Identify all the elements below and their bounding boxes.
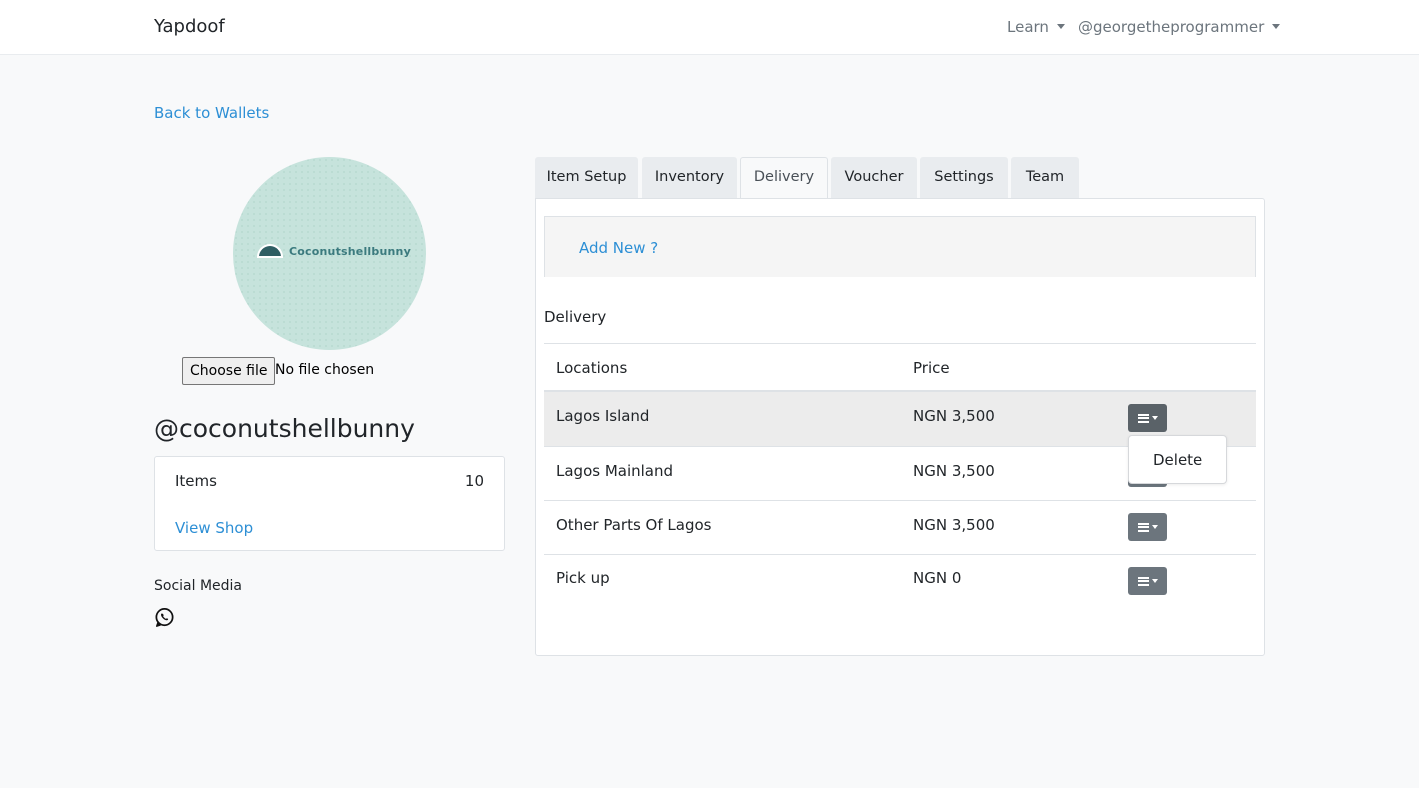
stats-card: Items 10 View Shop xyxy=(154,456,505,551)
table-row: Pick up NGN 0 xyxy=(544,554,1256,608)
section-title: Delivery xyxy=(544,308,607,326)
header-price: Price xyxy=(913,359,950,377)
menu-icon xyxy=(1137,576,1149,586)
items-label: Items xyxy=(175,472,217,490)
tab-settings[interactable]: Settings xyxy=(920,157,1008,198)
back-to-wallets-link[interactable]: Back to Wallets xyxy=(154,104,269,122)
row-actions-button[interactable] xyxy=(1128,567,1167,595)
caret-down-icon xyxy=(1272,24,1281,29)
row-price: NGN 3,500 xyxy=(913,516,995,534)
social-media-label: Social Media xyxy=(154,578,243,594)
tab-item-setup[interactable]: Item Setup xyxy=(535,157,638,198)
row-price: NGN 3,500 xyxy=(913,462,995,480)
caret-down-icon xyxy=(1151,579,1158,583)
whatsapp-icon[interactable] xyxy=(154,607,175,628)
menu-icon xyxy=(1137,413,1149,423)
tab-team[interactable]: Team xyxy=(1011,157,1079,198)
shop-logo: Coconutshellbunny xyxy=(257,244,411,258)
learn-dropdown[interactable]: Learn xyxy=(1007,18,1065,36)
items-count: 10 xyxy=(464,472,484,490)
shop-avatar: Coconutshellbunny xyxy=(233,157,426,350)
delivery-panel: Add New ? Delivery Locations Price Lagos… xyxy=(535,198,1265,656)
tab-delivery[interactable]: Delivery xyxy=(740,157,828,199)
add-new-link[interactable]: Add New ? xyxy=(579,239,658,257)
row-price: NGN 0 xyxy=(913,569,962,587)
user-label: @georgetheprogrammer xyxy=(1078,18,1265,36)
row-location: Lagos Mainland xyxy=(556,462,674,480)
row-location: Lagos Island xyxy=(556,407,650,425)
user-dropdown[interactable]: @georgetheprogrammer xyxy=(1078,18,1281,36)
menu-icon xyxy=(1137,522,1149,532)
logo-text: Coconutshellbunny xyxy=(289,244,411,258)
brand-logo[interactable]: Yapdoof xyxy=(154,16,225,37)
caret-down-icon xyxy=(1151,525,1158,529)
tab-voucher[interactable]: Voucher xyxy=(831,157,917,198)
view-shop-link[interactable]: View Shop xyxy=(175,519,253,537)
add-new-box: Add New ? xyxy=(544,216,1256,277)
row-actions-button[interactable] xyxy=(1128,404,1167,432)
row-location: Pick up xyxy=(556,569,610,587)
learn-label: Learn xyxy=(1007,18,1049,36)
shop-username: @coconutshellbunny xyxy=(154,414,415,443)
logo-mark-icon xyxy=(257,244,283,258)
row-actions-menu: Delete xyxy=(1128,435,1227,484)
choose-file-button[interactable]: Choose file xyxy=(182,357,276,385)
file-status: No file chosen xyxy=(275,362,375,378)
tab-inventory[interactable]: Inventory xyxy=(642,157,737,198)
table-row: Other Parts Of Lagos NGN 3,500 xyxy=(544,500,1256,554)
delete-menu-item[interactable]: Delete xyxy=(1153,451,1202,469)
table-header: Locations Price xyxy=(544,343,1256,391)
top-navbar: Yapdoof Learn @georgetheprogrammer xyxy=(0,0,1419,55)
row-actions-button[interactable] xyxy=(1128,513,1167,541)
header-locations: Locations xyxy=(556,359,628,377)
row-location: Other Parts Of Lagos xyxy=(556,516,712,534)
caret-down-icon xyxy=(1151,416,1158,420)
row-price: NGN 3,500 xyxy=(913,407,995,425)
caret-down-icon xyxy=(1056,24,1065,29)
